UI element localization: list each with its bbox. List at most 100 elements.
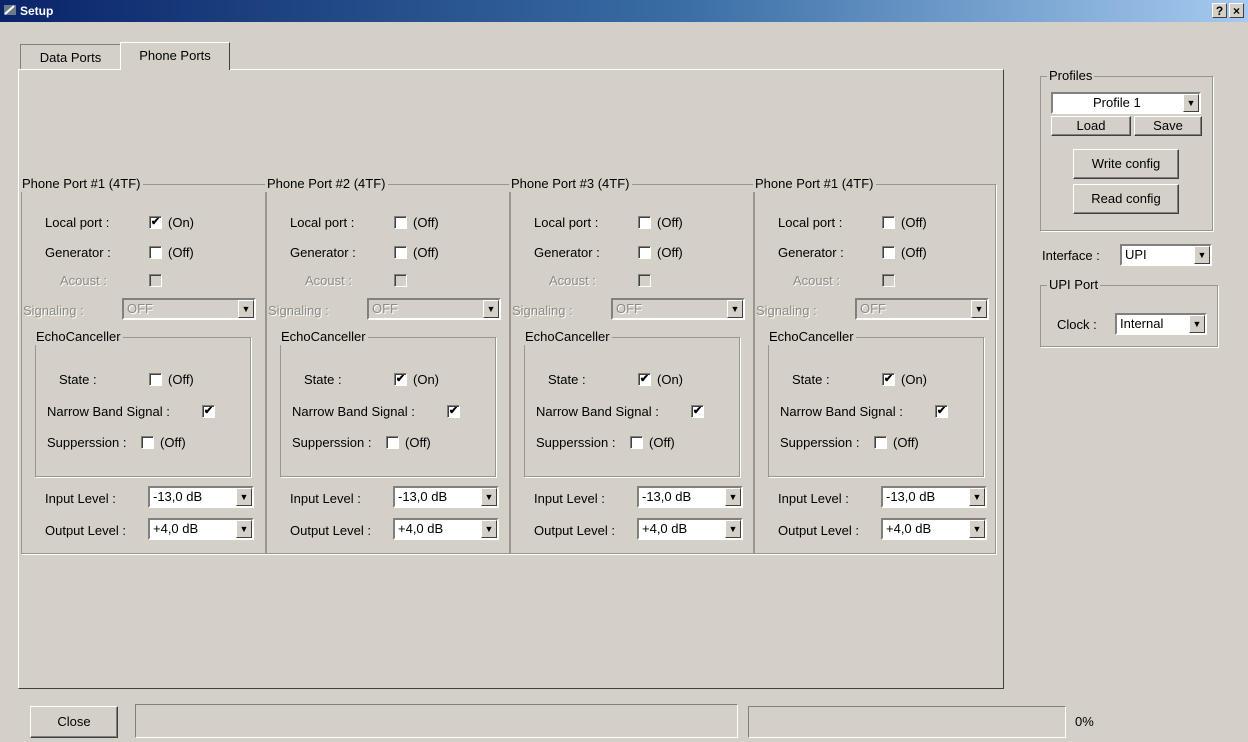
state-value: (On) [901, 372, 927, 387]
phone-port-group: Phone Port #1 (4TF) Local port : (Off) G… [753, 176, 996, 554]
local-port-checkbox[interactable] [638, 216, 651, 229]
signaling-select-value: OFF [860, 301, 886, 316]
signaling-select-value: OFF [616, 301, 642, 316]
input-level-select-value: -13,0 dB [642, 489, 692, 504]
clock-select[interactable]: Internal ▼ [1115, 313, 1207, 335]
write-config-button[interactable]: Write config [1073, 149, 1179, 179]
chevron-down-icon[interactable]: ▼ [725, 520, 741, 538]
input-level-label: Input Level : [290, 491, 361, 506]
checkmark-icon: ✔ [203, 405, 214, 417]
state-value: (Off) [168, 372, 194, 387]
suppression-state: (Off) [893, 435, 919, 450]
title-bar[interactable]: Setup ? × [0, 0, 1248, 22]
interface-label: Interface : [1042, 248, 1100, 263]
close-window-button[interactable]: × [1229, 3, 1244, 18]
input-level-select[interactable]: -13,0 dB ▼ [148, 486, 254, 508]
suppression-label: Supperssion : [47, 435, 127, 450]
acoust-checkbox [638, 274, 651, 287]
chevron-down-icon[interactable]: ▼ [236, 520, 252, 538]
state-checkbox[interactable]: ✔ [638, 373, 651, 386]
narrow-band-checkbox[interactable]: ✔ [935, 405, 948, 418]
suppression-label: Supperssion : [292, 435, 372, 450]
signaling-select-value: OFF [372, 301, 398, 316]
generator-state: (Off) [901, 245, 927, 260]
output-level-select[interactable]: +4,0 dB ▼ [637, 518, 743, 540]
clock-select-value: Internal [1120, 316, 1164, 331]
suppression-state: (Off) [405, 435, 431, 450]
chevron-down-icon: ▼ [727, 300, 743, 318]
help-button[interactable]: ? [1212, 3, 1227, 18]
state-checkbox[interactable]: ✔ [394, 373, 407, 386]
generator-checkbox[interactable] [882, 246, 895, 259]
acoust-label: Acoust : [305, 273, 352, 288]
narrow-band-checkbox[interactable]: ✔ [691, 405, 704, 418]
profile-select[interactable]: Profile 1 ▼ [1051, 92, 1201, 114]
chevron-down-icon[interactable]: ▼ [969, 488, 985, 506]
phone-port-group: Phone Port #2 (4TF) Local port : (Off) G… [265, 176, 510, 554]
state-checkbox[interactable] [149, 373, 162, 386]
narrow-band-label: Narrow Band Signal : [292, 404, 415, 419]
chevron-down-icon[interactable]: ▼ [725, 488, 741, 506]
input-level-select-value: -13,0 dB [153, 489, 203, 504]
local-port-checkbox[interactable]: ✔ [149, 216, 162, 229]
status-field [135, 704, 738, 738]
interface-select[interactable]: UPI ▼ [1120, 244, 1212, 266]
state-checkbox[interactable]: ✔ [882, 373, 895, 386]
suppression-checkbox[interactable] [386, 436, 399, 449]
output-level-label: Output Level : [290, 523, 371, 538]
suppression-checkbox[interactable] [874, 436, 887, 449]
chevron-down-icon[interactable]: ▼ [1194, 246, 1210, 264]
close-button[interactable]: Close [30, 706, 118, 738]
suppression-state: (Off) [160, 435, 186, 450]
output-level-select[interactable]: +4,0 dB ▼ [393, 518, 499, 540]
progress-bar [748, 706, 1066, 738]
chevron-down-icon[interactable]: ▼ [1189, 315, 1205, 333]
input-level-select[interactable]: -13,0 dB ▼ [881, 486, 987, 508]
local-port-state: (On) [168, 215, 194, 230]
state-label: State : [304, 372, 342, 387]
suppression-label: Supperssion : [780, 435, 860, 450]
load-button[interactable]: Load [1051, 116, 1131, 136]
tab-phone-ports[interactable]: Phone Ports [120, 42, 230, 70]
output-level-select[interactable]: +4,0 dB ▼ [148, 518, 254, 540]
acoust-checkbox [149, 274, 162, 287]
generator-checkbox[interactable] [394, 246, 407, 259]
signaling-select: OFF ▼ [855, 298, 989, 320]
state-label: State : [548, 372, 586, 387]
generator-checkbox[interactable] [638, 246, 651, 259]
narrow-band-label: Narrow Band Signal : [780, 404, 903, 419]
suppression-state: (Off) [649, 435, 675, 450]
local-port-label: Local port : [290, 215, 355, 230]
save-button[interactable]: Save [1134, 116, 1202, 136]
app-icon [4, 5, 16, 15]
chevron-down-icon[interactable]: ▼ [1183, 94, 1199, 112]
narrow-band-checkbox[interactable]: ✔ [447, 405, 460, 418]
signaling-select: OFF ▼ [611, 298, 745, 320]
echo-canceller-group: EchoCanceller State : ✔ (On) Narrow Band… [767, 329, 984, 477]
upi-port-group: UPI Port Clock : Internal ▼ [1040, 277, 1218, 347]
local-port-checkbox[interactable] [882, 216, 895, 229]
generator-checkbox[interactable] [149, 246, 162, 259]
narrow-band-checkbox[interactable]: ✔ [202, 405, 215, 418]
echo-canceller-group: EchoCanceller State : ✔ (On) Narrow Band… [279, 329, 496, 477]
chevron-down-icon[interactable]: ▼ [481, 488, 497, 506]
input-level-label: Input Level : [45, 491, 116, 506]
state-value: (On) [413, 372, 439, 387]
chevron-down-icon[interactable]: ▼ [969, 520, 985, 538]
local-port-checkbox[interactable] [394, 216, 407, 229]
phone-port-group: Phone Port #1 (4TF) Local port : ✔ (On) … [20, 176, 266, 554]
chevron-down-icon[interactable]: ▼ [236, 488, 252, 506]
phone-port-group: Phone Port #3 (4TF) Local port : (Off) G… [509, 176, 754, 554]
input-level-select[interactable]: -13,0 dB ▼ [637, 486, 743, 508]
read-config-button[interactable]: Read config [1073, 184, 1179, 214]
phone-port-title: Phone Port #2 (4TF) [265, 176, 388, 192]
chevron-down-icon[interactable]: ▼ [481, 520, 497, 538]
generator-label: Generator : [45, 245, 111, 260]
output-level-select[interactable]: +4,0 dB ▼ [881, 518, 987, 540]
interface-select-value: UPI [1125, 247, 1147, 262]
input-level-select[interactable]: -13,0 dB ▼ [393, 486, 499, 508]
tab-data-ports[interactable]: Data Ports [20, 44, 120, 70]
suppression-checkbox[interactable] [630, 436, 643, 449]
suppression-checkbox[interactable] [141, 436, 154, 449]
acoust-label: Acoust : [793, 273, 840, 288]
